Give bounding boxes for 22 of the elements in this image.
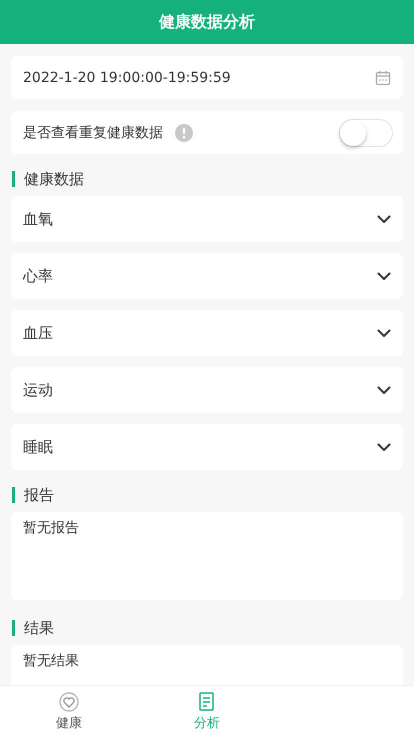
accordion-item[interactable]: 运动: [11, 367, 403, 413]
section-title: 健康数据: [12, 171, 403, 187]
chevron-icon: [377, 442, 391, 452]
accordion-item[interactable]: 心率: [11, 253, 403, 299]
accordion-item[interactable]: 睡眠: [11, 424, 403, 470]
tab[interactable]: 健康: [0, 686, 138, 736]
chevron-icon: [377, 328, 391, 338]
chevron-icon: [377, 214, 391, 224]
section-title: 结果: [12, 620, 403, 636]
chevron-icon: [377, 386, 391, 394]
section-title: 报告: [12, 487, 403, 503]
calendar-icon: [375, 70, 391, 86]
page-title: 健康数据分析: [159, 12, 255, 32]
date-range-field[interactable]: 2022-1-20 19:00:00-19:59:59: [11, 56, 403, 99]
accordion-item[interactable]: 血氧: [11, 196, 403, 242]
text-area[interactable]: 暂无报告: [11, 512, 403, 600]
toggle-switch[interactable]: [339, 118, 393, 146]
info-icon[interactable]: [175, 124, 193, 142]
setting-label: 是否查看重复健康数据: [23, 124, 163, 142]
text-area[interactable]: 暂无结果: [11, 645, 403, 685]
chevron-icon: [377, 272, 391, 280]
accordion-item[interactable]: 血压: [11, 310, 403, 356]
